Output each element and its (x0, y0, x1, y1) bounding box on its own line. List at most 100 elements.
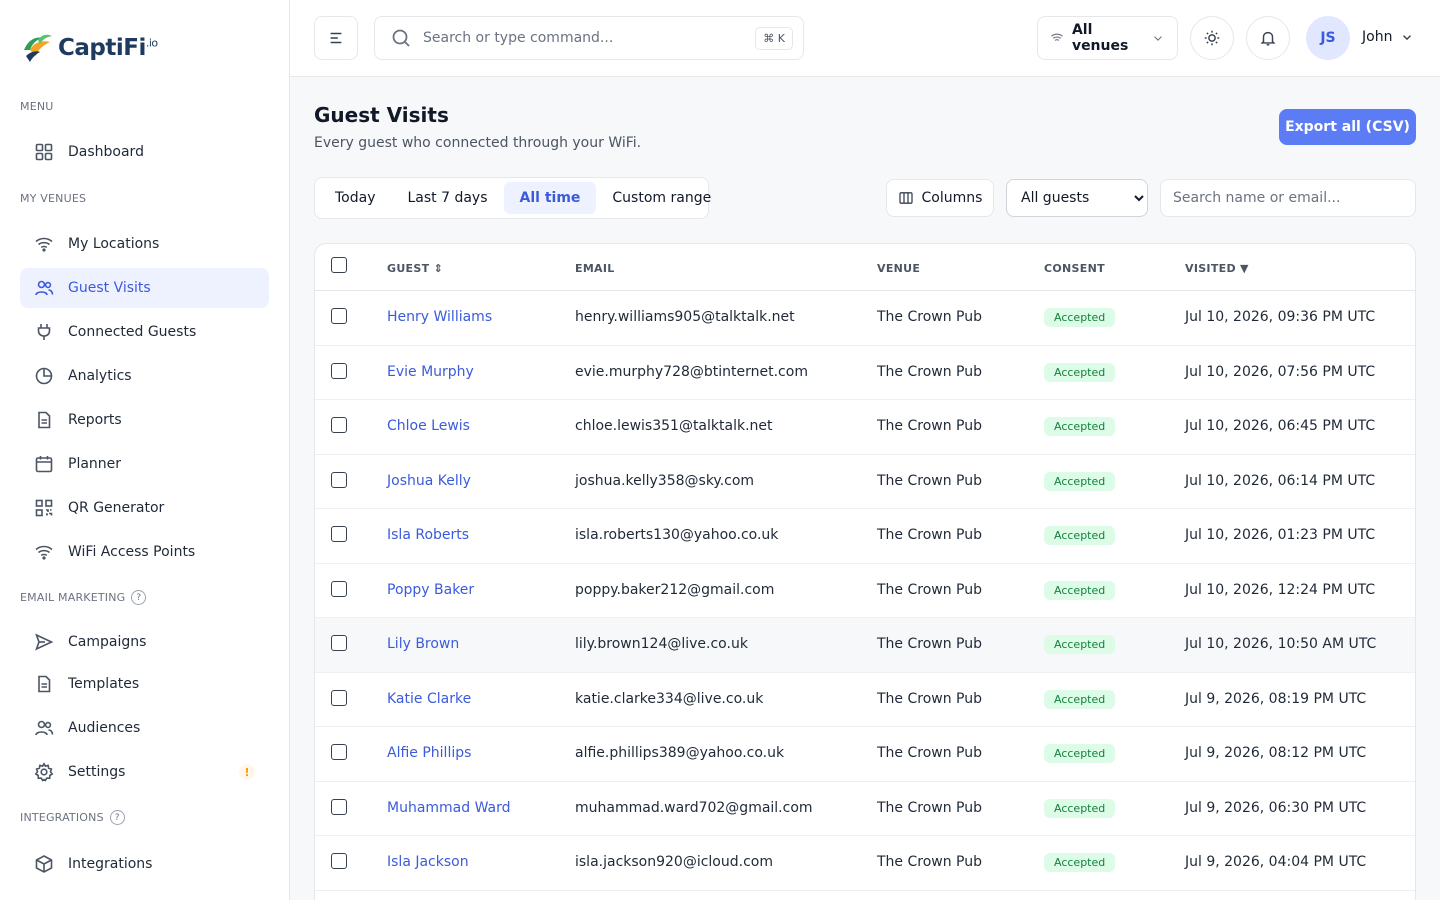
table-row[interactable]: Muhammad Ward muhammad.ward702@gmail.com T… (315, 782, 1415, 836)
row-checkbox[interactable] (331, 580, 347, 597)
date-range-tabs: Today Last 7 days All time Custom range (314, 177, 711, 219)
export-csv-button[interactable]: Export all (CSV) (1279, 109, 1416, 145)
row-checkbox[interactable] (331, 526, 347, 542)
logo[interactable]: CaptiFi.io (20, 30, 158, 66)
sidebar-item-campaigns[interactable]: Campaigns (20, 622, 269, 662)
table-row[interactable]: Katie Clarke katie.clarke334@live.co.uk Th… (315, 673, 1415, 727)
sidebar-item-settings[interactable]: Settings ! (20, 752, 269, 792)
range-tab-last-7-days[interactable]: Last 7 days (392, 182, 504, 214)
row-checkbox[interactable] (331, 417, 347, 433)
sidebar-item-integrations[interactable]: Integrations (20, 844, 269, 884)
chevron-down-icon (1154, 36, 1162, 41)
command-search-input[interactable] (423, 30, 744, 46)
table-row[interactable]: Henry Williams henry.williams905@talktalk… (315, 291, 1415, 346)
sidebar-item-reports[interactable]: Reports (20, 400, 269, 440)
guest-name-link[interactable]: Poppy Baker (387, 582, 474, 598)
row-checkbox[interactable] (331, 744, 347, 760)
guest-name-link[interactable]: Henry Williams (387, 309, 492, 325)
sidebar-item-templates[interactable]: Templates (20, 664, 269, 704)
venue-name: The Crown Pub (877, 472, 983, 489)
users-icon (34, 278, 54, 298)
select-all-checkbox[interactable] (331, 257, 347, 273)
sidebar-item-label: Analytics (68, 368, 132, 384)
sidebar-item-dashboard[interactable]: Dashboard (20, 132, 269, 172)
column-header-guest[interactable]: GUEST ⇕ (387, 262, 443, 275)
sidebar-item-label: Templates (68, 676, 140, 692)
range-tab-all-time[interactable]: All time (503, 182, 597, 214)
theme-toggle-button[interactable] (1190, 16, 1234, 60)
sidebar-item-audiences[interactable]: Audiences (20, 708, 269, 748)
wifi-icon (34, 234, 54, 254)
consent-badge: Accepted (1044, 689, 1116, 709)
guest-name-link[interactable]: Lily Brown (387, 636, 459, 652)
user-menu[interactable]: John (1362, 29, 1414, 45)
columns-button[interactable]: Columns (886, 179, 994, 217)
column-header-visited[interactable]: VISITED ▼ (1185, 262, 1249, 275)
help-icon[interactable]: ? (131, 590, 147, 605)
venue-name: The Crown Pub (877, 363, 983, 380)
table-row[interactable]: Joshua Kelly joshua.kelly358@sky.com The C… (315, 455, 1415, 509)
range-tab-today[interactable]: Today (319, 182, 392, 214)
guest-email: alfie.phillips389@yahoo.co.uk (575, 745, 785, 761)
guest-name-link[interactable]: Evie Murphy (387, 364, 474, 380)
venue-name: The Crown Pub (877, 309, 983, 325)
guest-name-link[interactable]: Isla Roberts (387, 527, 469, 543)
row-checkbox[interactable] (331, 471, 347, 488)
table-row[interactable]: Isla Roberts isla.roberts130@yahoo.co.uk T… (315, 509, 1415, 564)
guest-name-link[interactable]: Katie Clarke (387, 691, 471, 707)
sidebar-item-my-locations[interactable]: My Locations (20, 224, 269, 264)
sidebar-toggle-button[interactable] (314, 16, 358, 60)
table-row[interactable]: Poppy Baker poppy.baker212@gmail.com The C… (315, 564, 1415, 618)
row-checkbox[interactable] (331, 689, 347, 706)
calendar-icon (34, 454, 54, 474)
table-row[interactable]: Lily Brown lily.brown124@live.co.uk The Cr… (315, 618, 1415, 673)
user-name: John (1362, 29, 1393, 45)
wifi-icon (1051, 33, 1063, 41)
sidebar-item-label: Reports (68, 412, 122, 428)
table-row[interactable]: Isla Jackson isla.jackson920@icloud.com Th… (315, 836, 1415, 891)
sidebar-item-label: Dashboard (68, 144, 144, 160)
guest-search-input[interactable] (1160, 179, 1416, 217)
table-row[interactable]: Evie Murphy evie.murphy728@btinternet.com… (315, 346, 1415, 400)
bell-icon (1260, 31, 1276, 46)
row-checkbox[interactable] (331, 308, 347, 324)
sidebar-item-analytics[interactable]: Analytics (20, 356, 269, 396)
sidebar-item-guest-visits[interactable]: Guest Visits (20, 268, 269, 308)
sidebar-item-qr-generator[interactable]: QR Generator (20, 488, 269, 528)
column-header-label: GUEST (387, 262, 430, 275)
row-checkbox[interactable] (331, 362, 347, 379)
table-row[interactable]: Chloe Lewis chloe.lewis351@talktalk.net Th… (315, 400, 1415, 455)
sidebar-item-wifi-access-points[interactable]: WiFi Access Points (20, 532, 269, 572)
visited-timestamp: Jul 10, 2026, 07:56 PM UTC (1185, 363, 1376, 380)
row-checkbox[interactable] (331, 798, 347, 815)
consent-badge: Accepted (1044, 526, 1116, 545)
page-title: Guest Visits (314, 103, 449, 127)
guest-name-link[interactable]: Alfie Phillips (387, 745, 471, 761)
qr-icon (34, 498, 54, 518)
guest-email: evie.murphy728@btinternet.com (575, 363, 808, 380)
sidebar-item-label: WiFi Access Points (68, 544, 196, 560)
venue-selector[interactable]: All venues (1037, 16, 1178, 60)
avatar[interactable]: JS (1306, 16, 1350, 60)
help-icon[interactable]: ? (109, 810, 125, 825)
pie-chart-icon (34, 366, 54, 386)
range-tab-custom-range[interactable]: Custom range (596, 182, 727, 214)
guest-name-link[interactable]: Chloe Lewis (387, 418, 470, 434)
notifications-button[interactable] (1246, 16, 1290, 60)
consent-badge: Accepted (1044, 580, 1116, 600)
table-row[interactable]: Alfie Phillips alfie.phillips389@yahoo.co… (315, 727, 1415, 782)
row-checkbox[interactable] (331, 853, 347, 869)
guest-filter-select[interactable]: All guests (1006, 179, 1148, 217)
logo-mark-icon (24, 34, 52, 62)
guest-name-link[interactable]: Muhammad Ward (387, 800, 511, 816)
sidebar-item-planner[interactable]: Planner (20, 444, 269, 484)
sidebar-item-label: Integrations (68, 856, 153, 872)
guest-name-link[interactable]: Isla Jackson (387, 854, 469, 870)
guest-name-link[interactable]: Joshua Kelly (387, 473, 471, 489)
row-checkbox[interactable] (331, 635, 347, 651)
sidebar-item-connected-guests[interactable]: Connected Guests (20, 312, 269, 352)
venue-name: The Crown Pub (877, 636, 983, 652)
command-search[interactable]: ⌘ K (374, 16, 804, 60)
column-header-venue: VENUE (877, 262, 921, 275)
visited-timestamp: Jul 10, 2026, 06:14 PM UTC (1185, 472, 1376, 489)
